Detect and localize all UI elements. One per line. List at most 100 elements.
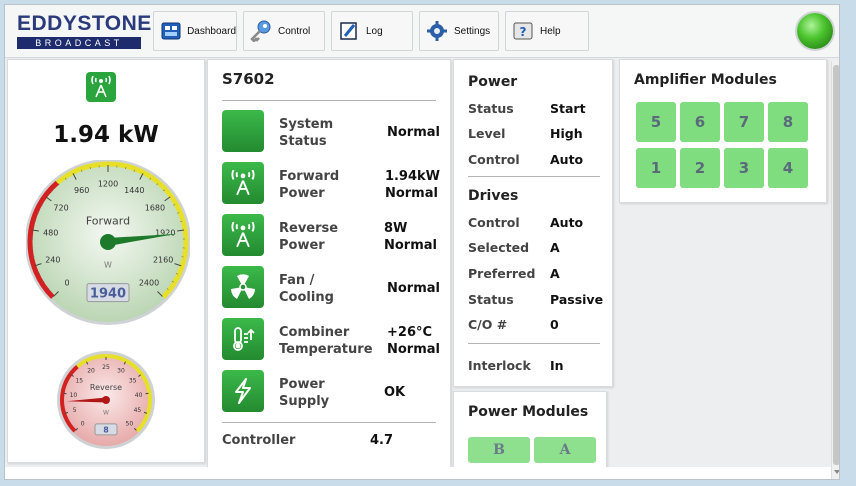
- gauge-tick-label: 40: [135, 392, 143, 399]
- amplifier-module-2[interactable]: 2: [680, 148, 720, 188]
- app-window: EDDYSTONE BROADCAST Dashboard Control Lo…: [4, 4, 840, 480]
- gauge-tick-label: 1440: [124, 186, 144, 195]
- gauge-tick-label: 1200: [98, 180, 118, 189]
- eddystone-logo: EDDYSTONE BROADCAST: [17, 12, 152, 49]
- gear-icon: [426, 20, 448, 42]
- power-status-label: Status: [468, 101, 514, 116]
- power-control-value: Auto: [550, 152, 584, 167]
- gauge-label: Forward: [86, 214, 130, 227]
- power-level-label: Level: [468, 126, 506, 141]
- gauge-tick-label: 30: [117, 368, 125, 375]
- reverse-power-row: Reverse Power 8W Normal: [222, 214, 440, 258]
- drives-control-value: Auto: [550, 215, 584, 230]
- fan-icon: [222, 266, 264, 308]
- drives-co-value: 0: [550, 317, 559, 332]
- forward-power-row: Forward Power 1.94kW Normal: [222, 162, 440, 206]
- fan-cooling-row: Fan / Cooling Normal: [222, 266, 440, 310]
- scroll-down-arrow-icon[interactable]: [834, 470, 839, 474]
- help-icon: ?: [512, 20, 534, 42]
- gauge-needle-hub: [102, 396, 110, 404]
- system-status-row: System Status Normal: [222, 110, 440, 154]
- power-supply-label: Power Supply: [279, 377, 330, 409]
- scrollbar-thumb[interactable]: [833, 65, 839, 465]
- interlock-label: Interlock: [468, 358, 531, 373]
- system-status-panel: S7602 System Status Normal Forward Power 1…: [207, 59, 451, 471]
- reverse-power-value: 8W Normal: [384, 221, 437, 253]
- control-button[interactable]: Control: [243, 11, 325, 51]
- gauge-tick-label: 50: [126, 420, 134, 427]
- amplifier-module-5[interactable]: 5: [636, 102, 676, 142]
- control-label: Control: [278, 25, 311, 37]
- forward-power-gauge: 0240480720960120014401680192021602400For…: [26, 160, 190, 325]
- logo-brand-name: EDDYSTONE: [17, 12, 152, 35]
- gauge-tick-label: 2160: [153, 256, 173, 265]
- log-button[interactable]: Log: [331, 11, 413, 51]
- system-status-icon: [222, 110, 264, 152]
- amplifier-module-7[interactable]: 7: [724, 102, 764, 142]
- help-button[interactable]: ? Help: [505, 11, 589, 51]
- settings-label: Settings: [454, 25, 491, 37]
- gauge-unit: W: [104, 261, 112, 270]
- amplifier-modules-title: Amplifier Modules: [634, 72, 777, 88]
- forward-power-readout: 1.94 kW: [53, 122, 159, 148]
- amplifier-module-1[interactable]: 1: [636, 148, 676, 188]
- gauge-tick-label: 20: [87, 368, 95, 375]
- gauge-tick-label: 25: [102, 364, 110, 371]
- log-label: Log: [366, 25, 383, 37]
- reverse-power-label: Reverse Power: [279, 221, 339, 253]
- transmitter-icon: [222, 162, 264, 204]
- svg-text:?: ?: [520, 25, 527, 39]
- gauge-tick-label: 480: [43, 229, 58, 238]
- gauge-tick-label: 35: [129, 378, 137, 385]
- controller-label: Controller: [222, 433, 296, 448]
- gauge-tick-label: 720: [53, 204, 68, 213]
- settings-button[interactable]: Settings: [419, 11, 499, 51]
- dashboard-icon: [160, 20, 181, 42]
- fan-cooling-label: Fan / Cooling: [279, 273, 334, 305]
- divider: [222, 100, 436, 101]
- power-module-a[interactable]: A: [534, 437, 596, 463]
- amplifier-module-4[interactable]: 4: [768, 148, 808, 188]
- divider: [468, 343, 600, 344]
- drives-co-label: C/O #: [468, 317, 508, 332]
- forward-power-label: Forward Power: [279, 169, 340, 201]
- status-indicator-light: [797, 13, 833, 49]
- interlock-value: In: [550, 358, 564, 373]
- status-strip: [5, 467, 831, 479]
- gauge-tick-label: 960: [74, 186, 89, 195]
- gauge-tick-label: 1680: [145, 204, 165, 213]
- gauge-readout: 1940: [90, 286, 126, 301]
- top-toolbar: EDDYSTONE BROADCAST Dashboard Control Lo…: [5, 5, 839, 58]
- transmitter-icon: [86, 72, 116, 102]
- thermometer-icon: [222, 318, 264, 360]
- drives-selected-label: Selected: [468, 240, 530, 255]
- gauge-tick-label: 0: [81, 420, 85, 427]
- combiner-temperature-value: +26°C Normal: [387, 325, 440, 357]
- combiner-temperature-row: Combiner Temperature +26°C Normal: [222, 318, 440, 362]
- drives-preferred-label: Preferred: [468, 266, 536, 281]
- drives-status-label: Status: [468, 292, 514, 307]
- amplifier-module-6[interactable]: 6: [680, 102, 720, 142]
- power-status-value: Start: [550, 101, 586, 116]
- dashboard-label: Dashboard: [187, 25, 236, 37]
- gauge-tick-label: 240: [45, 256, 60, 265]
- divider: [468, 176, 600, 177]
- gauge-tick-label: 0: [64, 279, 69, 288]
- help-label: Help: [540, 25, 561, 37]
- fan-cooling-value: Normal: [387, 281, 440, 296]
- gauge-unit: W: [103, 410, 109, 417]
- gauge-needle-hub: [100, 234, 116, 250]
- power-level-value: High: [550, 126, 583, 141]
- meters-panel: 1.94 kW 0 240 480 720 960 1200 1440 1680 1920 216…: [7, 59, 205, 463]
- gauge-tick-label: 5: [73, 407, 77, 414]
- power-modules-title: Power Modules: [468, 404, 589, 420]
- power-supply-row: Power Supply OK: [222, 370, 440, 414]
- dashboard-button[interactable]: Dashboard: [153, 11, 237, 51]
- amplifier-module-8[interactable]: 8: [768, 102, 808, 142]
- power-module-b[interactable]: B: [468, 437, 530, 463]
- key-icon: [250, 20, 272, 42]
- amplifier-module-3[interactable]: 3: [724, 148, 764, 188]
- logo-tagline: BROADCAST: [17, 37, 141, 49]
- system-status-value: Normal: [387, 125, 440, 140]
- drives-section-title: Drives: [468, 188, 519, 204]
